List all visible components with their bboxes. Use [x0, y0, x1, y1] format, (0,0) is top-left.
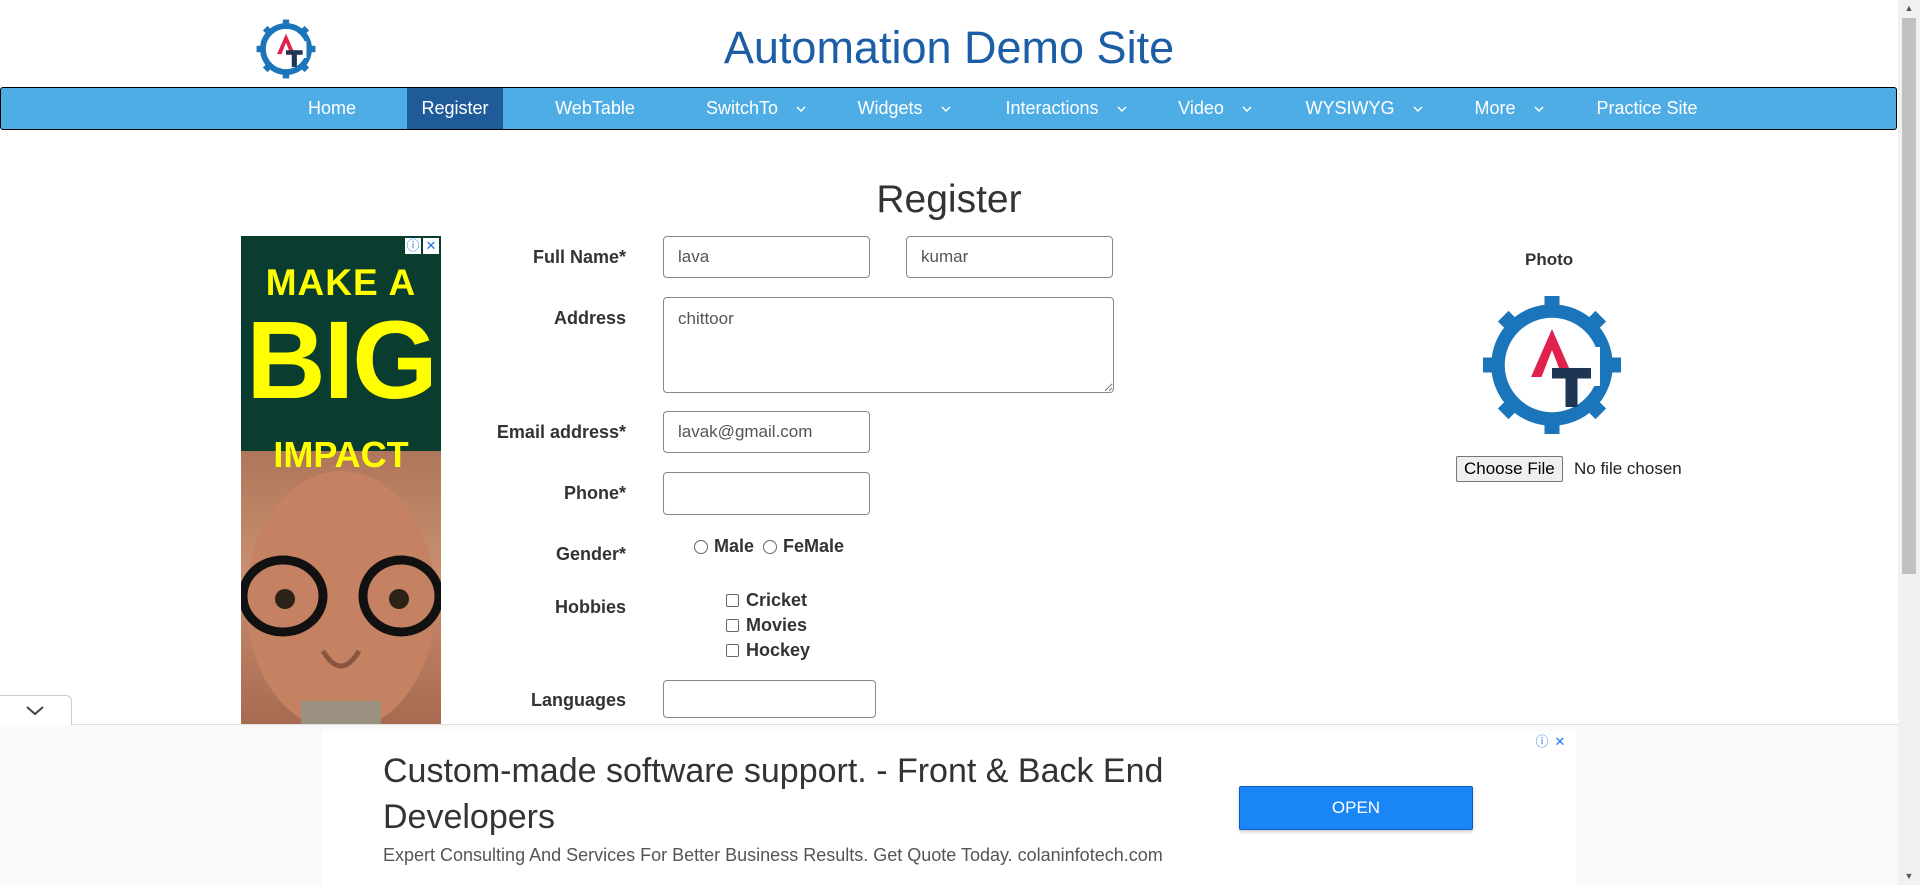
- chevron-down-icon: [940, 106, 951, 113]
- photo-label: Photo: [1525, 250, 1574, 269]
- chevron-down-icon: [1242, 106, 1252, 113]
- hobby-cricket-checkbox[interactable]: [726, 594, 739, 607]
- hobby-cricket: Cricket: [726, 588, 810, 613]
- main-navbar: Home Register WebTable SwitchTo Widgets …: [0, 87, 1897, 130]
- gender-male-radio[interactable]: [694, 539, 708, 554]
- ad-line2: BIG: [246, 299, 438, 422]
- nav-video[interactable]: Video: [1173, 88, 1257, 129]
- nav-webtable[interactable]: WebTable: [545, 88, 645, 129]
- side-advertisement[interactable]: MAKE A BIG IMPACT ⓘ ✕: [241, 236, 441, 724]
- ad-open-button[interactable]: OPEN: [1239, 786, 1473, 830]
- gender-female-radio[interactable]: [763, 539, 778, 554]
- hobby-movies: Movies: [726, 613, 810, 638]
- gender-radio-group: Male FeMale: [692, 536, 844, 557]
- nav-video-label: Video: [1178, 98, 1224, 118]
- chevron-down-icon: [1412, 106, 1423, 113]
- scroll-up-arrow-icon[interactable]: ▲: [1898, 0, 1920, 17]
- chevron-down-icon: [1533, 106, 1544, 113]
- page-title: Register: [876, 178, 1022, 221]
- hobby-hockey: Hockey: [726, 638, 810, 663]
- ad-controls: ⓘ ✕: [405, 238, 439, 254]
- hobbies-label: Hobbies: [554, 597, 626, 617]
- page-scrollbar[interactable]: ▲ ▼: [1898, 0, 1920, 885]
- nav-switchto[interactable]: SwitchTo: [701, 88, 811, 129]
- email-input[interactable]: [663, 411, 870, 453]
- email-label: Email address*: [496, 422, 626, 442]
- chevron-down-icon: [796, 106, 806, 113]
- address-label: Address: [553, 308, 626, 328]
- hobby-movies-label: Movies: [746, 615, 808, 635]
- nav-interactions[interactable]: Interactions: [1001, 88, 1131, 129]
- chevron-down-icon: [26, 706, 44, 716]
- phone-label: Phone*: [563, 483, 626, 503]
- ad-headline: Custom-made software support. - Front & …: [383, 752, 1164, 836]
- hobby-cricket-label: Cricket: [746, 590, 808, 610]
- full-name-label: Full Name*: [532, 247, 626, 267]
- nav-widgets-label: Widgets: [857, 98, 923, 118]
- nav-webtable-label: WebTable: [555, 98, 635, 118]
- ad-person-image: [241, 471, 441, 724]
- first-name-input[interactable]: [663, 236, 870, 278]
- nav-register[interactable]: Register: [407, 88, 503, 129]
- photo-preview-logo-icon: [1483, 296, 1621, 434]
- ad-info-icon[interactable]: ⓘ: [1534, 734, 1550, 750]
- ad-collapse-button[interactable]: [0, 695, 72, 725]
- gender-label: Gender*: [555, 544, 626, 564]
- phone-input[interactable]: [663, 472, 870, 515]
- ad-close-icon[interactable]: ✕: [1552, 734, 1568, 750]
- hobby-movies-checkbox[interactable]: [726, 619, 739, 632]
- scrollbar-thumb[interactable]: [1902, 18, 1916, 574]
- ad-close-icon[interactable]: ✕: [423, 238, 439, 254]
- gender-female-label: FeMale: [783, 536, 845, 556]
- nav-home[interactable]: Home: [289, 88, 375, 129]
- ad-line1: MAKE A: [265, 262, 417, 303]
- nav-switchto-label: SwitchTo: [705, 98, 779, 118]
- hobby-hockey-label: Hockey: [746, 640, 811, 660]
- nav-wysiwyg-label: WYSIWYG: [1305, 98, 1395, 118]
- nav-practice-site-label: Practice Site: [1596, 98, 1698, 118]
- ad-controls: ⓘ ✕: [1534, 734, 1568, 750]
- languages-multiselect[interactable]: [663, 680, 876, 718]
- nav-more-label: More: [1474, 98, 1516, 118]
- nav-widgets[interactable]: Widgets: [854, 88, 954, 129]
- chevron-down-icon: [1117, 106, 1127, 113]
- gender-male-label: Male: [714, 536, 755, 556]
- ad-subtext: Expert Consulting And Services For Bette…: [383, 845, 1163, 865]
- bottom-advertisement[interactable]: Custom-made software support. - Front & …: [322, 731, 1576, 885]
- languages-label: Languages: [530, 690, 626, 710]
- nav-practice-site[interactable]: Practice Site: [1591, 88, 1703, 129]
- site-title: Automation Demo Site: [723, 22, 1175, 73]
- nav-interactions-label: Interactions: [1005, 98, 1099, 118]
- hobby-hockey-checkbox[interactable]: [726, 644, 739, 657]
- nav-home-label: Home: [307, 98, 356, 118]
- last-name-input[interactable]: [906, 236, 1113, 278]
- nav-register-label: Register: [421, 98, 489, 118]
- ad-photo: [241, 451, 441, 724]
- nav-more[interactable]: More: [1471, 88, 1547, 129]
- file-status-text: No file chosen: [1574, 459, 1682, 478]
- address-textarea[interactable]: chittoor: [663, 297, 1114, 393]
- ad-info-icon[interactable]: ⓘ: [405, 238, 421, 254]
- scroll-down-arrow-icon[interactable]: ▼: [1898, 868, 1920, 885]
- ad-line3: IMPACT: [273, 434, 409, 475]
- hobbies-group: Cricket Movies Hockey: [726, 588, 810, 663]
- choose-file-button[interactable]: Choose File: [1456, 456, 1563, 482]
- nav-wysiwyg[interactable]: WYSIWYG: [1303, 88, 1425, 129]
